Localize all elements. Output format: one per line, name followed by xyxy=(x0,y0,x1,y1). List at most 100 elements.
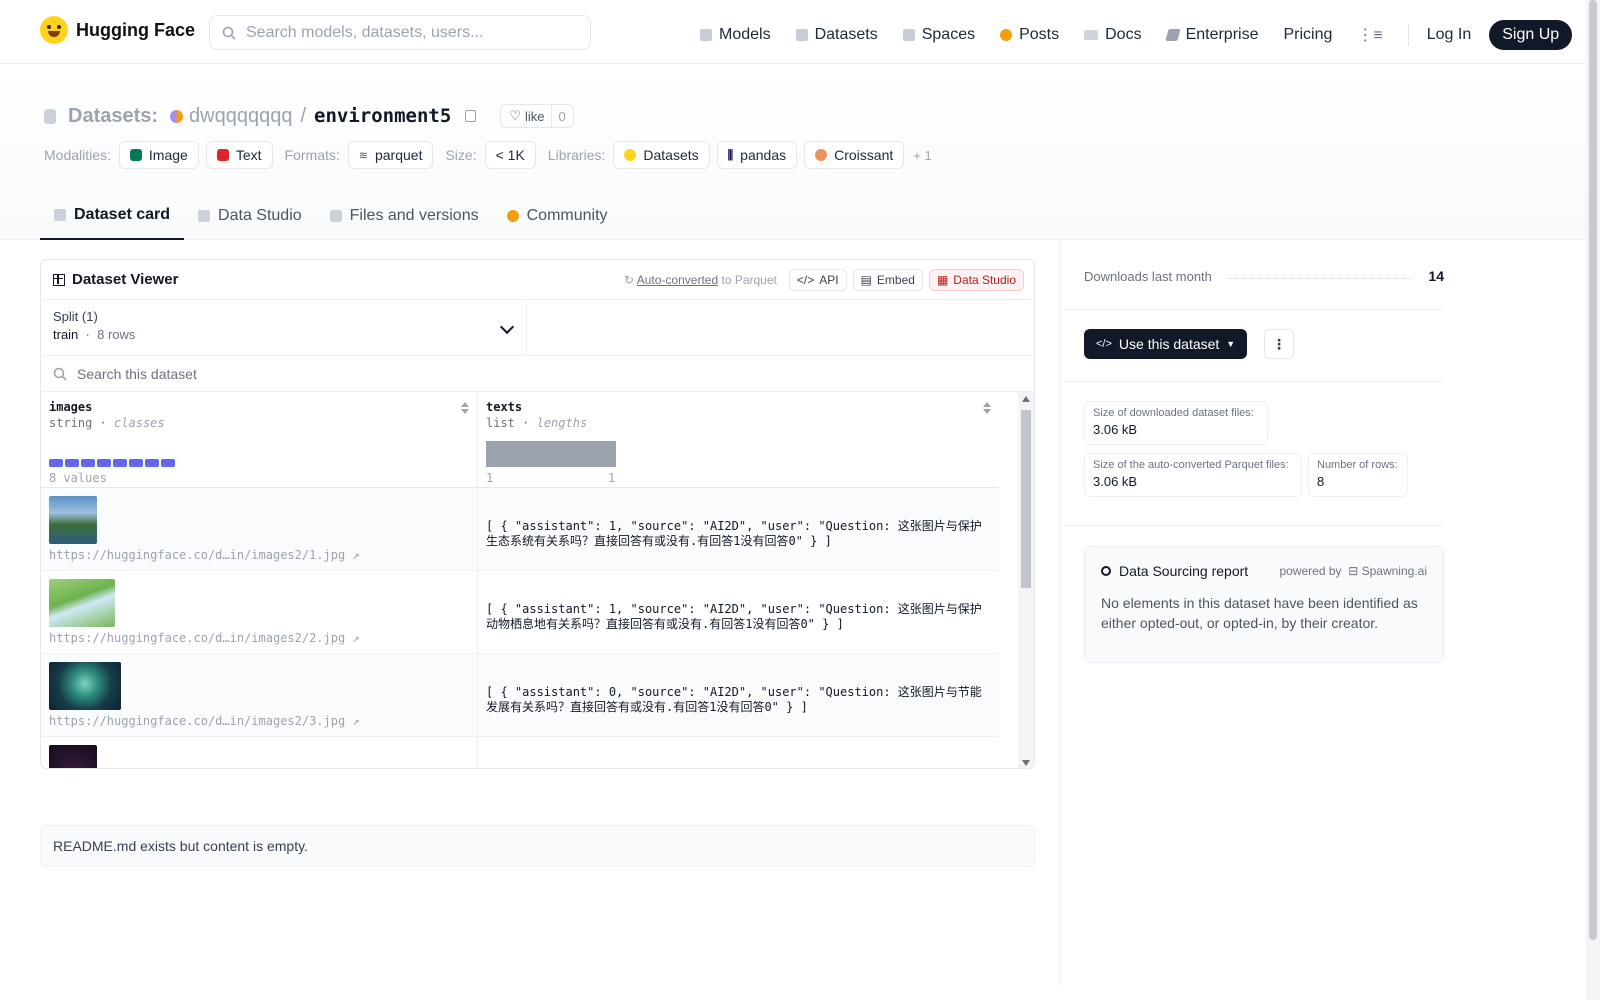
page-scrollbar[interactable] xyxy=(1586,0,1600,1000)
like-button[interactable]: ♡ like 0 xyxy=(500,104,574,128)
api-button[interactable]: </> API xyxy=(788,269,847,291)
parquet-icon: ≋ xyxy=(358,149,368,162)
image-url-link[interactable]: https://huggingface.co/d…in/images2/1.jp… xyxy=(49,548,360,562)
global-search-input[interactable] xyxy=(246,23,566,42)
tag-image[interactable]: Image xyxy=(118,141,199,169)
row-image-thumbnail[interactable] xyxy=(49,745,97,768)
stat-row-count: Number of rows: 8 xyxy=(1308,453,1408,497)
repo-type-label[interactable]: Datasets: xyxy=(68,105,158,128)
tab-community[interactable]: Community xyxy=(493,192,622,240)
nav-models-label: Models xyxy=(719,26,771,43)
column-type-name: list xyxy=(486,416,515,430)
nav-divider xyxy=(1407,24,1409,46)
repo-title: Datasets: dwqqqqqqq / environment5 ♡ like… xyxy=(44,104,574,128)
nav-enterprise-label: Enterprise xyxy=(1185,26,1259,43)
tag-croissant[interactable]: Croissant xyxy=(804,141,905,169)
like-label: like xyxy=(524,108,545,124)
row-image-thumbnail[interactable] xyxy=(49,496,97,544)
croissant-icon xyxy=(815,149,828,161)
row-image-thumbnail[interactable] xyxy=(49,579,115,627)
repo-name-link[interactable]: environment5 xyxy=(314,105,451,127)
column-name: images xyxy=(49,400,93,414)
copy-icon[interactable] xyxy=(465,110,477,122)
tag-parquet[interactable]: ≋ parquet xyxy=(347,141,434,169)
auto-converted-link[interactable]: Auto-converted xyxy=(637,273,718,287)
image-cell: https://huggingface.co/d…in/images2/1.jp… xyxy=(41,488,478,570)
global-search[interactable] xyxy=(209,15,591,50)
hugging-face-logo-icon xyxy=(40,16,68,44)
files-icon xyxy=(329,210,342,222)
table-header: images string · classes 8 values texts l… xyxy=(41,392,999,488)
nav-enterprise[interactable]: Enterprise xyxy=(1164,26,1259,44)
table-icon xyxy=(53,273,65,286)
column-header-images[interactable]: images string · classes 8 values xyxy=(41,392,478,487)
heart-icon: ♡ xyxy=(509,108,521,123)
scroll-up-icon[interactable] xyxy=(1022,396,1030,402)
column-type-sub: lengths xyxy=(536,416,588,430)
repo-owner-link[interactable]: dwqqqqqqq xyxy=(189,105,292,128)
split-selector[interactable]: Split (1) train · 8 rows xyxy=(41,300,527,355)
table-scrollbar[interactable] xyxy=(1018,392,1034,768)
column-type-name: string xyxy=(49,416,93,430)
scroll-down-icon[interactable] xyxy=(1022,760,1030,766)
tab-data-studio-label: Data Studio xyxy=(218,207,302,224)
column-name: texts xyxy=(486,400,523,414)
table-row[interactable]: https://huggingface.co/d…in/images2/2.jp… xyxy=(41,571,999,654)
book-icon xyxy=(1084,30,1099,40)
powered-by[interactable]: powered by ⊟ Spawning.ai xyxy=(1279,564,1427,578)
table-row[interactable]: https://huggingface.co/d…in/images2/3.jp… xyxy=(41,654,999,737)
nav-datasets[interactable]: Datasets xyxy=(795,26,878,44)
tab-dataset-card[interactable]: Dataset card xyxy=(40,192,185,240)
table-row[interactable]: [ { "assistant": 1, "source": "AI2D", "u… xyxy=(41,737,999,768)
downloads-label: Downloads last month xyxy=(1084,268,1212,284)
tag-datasets-lib[interactable]: Datasets xyxy=(613,141,710,169)
page-scrollbar-thumb[interactable] xyxy=(1589,0,1597,940)
stat-value: 8 xyxy=(1317,474,1325,489)
dataset-search-input[interactable] xyxy=(77,365,677,382)
use-dataset-button[interactable]: </> Use this dataset ▼ xyxy=(1084,329,1248,359)
sort-icon[interactable] xyxy=(461,402,469,414)
community-icon xyxy=(506,210,519,222)
more-options-icon[interactable]: ⋮ xyxy=(1264,329,1294,359)
data-sourcing-report: Data Sourcing report powered by ⊟ Spawni… xyxy=(1084,546,1444,663)
image-url-link[interactable]: https://huggingface.co/d…in/images2/2.jp… xyxy=(49,631,360,645)
class-count-label: 8 values xyxy=(49,471,107,485)
nav-models[interactable]: Models xyxy=(700,26,771,44)
split-name: train xyxy=(53,327,79,342)
stat-value: 3.06 kB xyxy=(1093,422,1138,437)
tab-files[interactable]: Files and versions xyxy=(316,192,493,240)
nav-spaces[interactable]: Spaces xyxy=(902,26,975,44)
dataset-search[interactable] xyxy=(41,356,1034,392)
nav-posts[interactable]: Posts xyxy=(1000,26,1059,44)
powered-by-label: powered by xyxy=(1279,564,1342,578)
nav-pricing[interactable]: Pricing xyxy=(1283,26,1332,44)
report-text: No elements in this dataset have been id… xyxy=(1101,595,1418,631)
tag-image-label: Image xyxy=(148,147,188,163)
login-link[interactable]: Log In xyxy=(1427,26,1471,44)
table-row[interactable]: https://huggingface.co/d…in/images2/1.jp… xyxy=(41,488,999,571)
tag-text[interactable]: Text xyxy=(205,141,273,169)
text-cell: [ { "assistant": 1, "source": "AI2D", "u… xyxy=(486,602,982,631)
image-cell: https://huggingface.co/d…in/images2/2.jp… xyxy=(41,571,478,653)
scrollbar-thumb[interactable] xyxy=(1021,410,1031,588)
size-label: Size: xyxy=(445,147,477,163)
repo-header: Datasets: dwqqqqqqq / environment5 ♡ like… xyxy=(0,64,1586,240)
more-menu-icon[interactable]: ⋮≡ xyxy=(1357,25,1382,45)
row-image-thumbnail[interactable] xyxy=(49,662,121,710)
column-type: string · classes xyxy=(49,416,165,430)
home-logo[interactable]: Hugging Face xyxy=(40,16,195,44)
tab-data-studio[interactable]: Data Studio xyxy=(184,192,316,240)
tag-pandas[interactable]: ⫼ pandas xyxy=(716,141,798,169)
more-tags-link[interactable]: + 1 xyxy=(913,148,931,163)
stat-label: Size of downloaded dataset files: xyxy=(1093,407,1254,419)
image-url-link[interactable]: https://huggingface.co/d…in/images2/3.jp… xyxy=(49,714,360,728)
embed-button[interactable]: ▤ Embed xyxy=(852,269,923,291)
sort-icon[interactable] xyxy=(983,402,991,414)
nav-docs[interactable]: Docs xyxy=(1084,26,1142,44)
column-header-texts[interactable]: texts list · lengths 1 1 xyxy=(478,392,999,487)
libraries-label: Libraries: xyxy=(547,147,606,163)
divider xyxy=(1060,381,1444,382)
signup-button[interactable]: Sign Up xyxy=(1489,20,1573,50)
data-studio-button[interactable]: ▦ Data Studio xyxy=(928,269,1024,291)
tag-size[interactable]: < 1K xyxy=(484,141,536,169)
